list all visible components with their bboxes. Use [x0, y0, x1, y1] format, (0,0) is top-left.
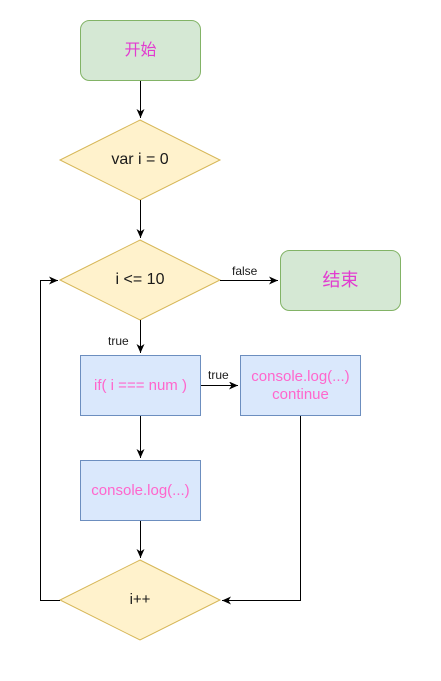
- end-node-label: 结束: [322, 269, 359, 290]
- edge-continue-to-increment: [222, 416, 301, 605]
- edge-increment-loop-back: [40, 276, 60, 601]
- edge-label-true-right: true: [207, 368, 230, 382]
- check-node-label: if( i === num ): [94, 376, 187, 394]
- edge-label-false: false: [231, 264, 259, 278]
- init-node-label: var i = 0: [111, 151, 169, 169]
- condition-node-label: i <= 10: [115, 271, 165, 289]
- continue-node-label: console.log(...) continue: [240, 355, 361, 416]
- log-node-label: console.log(...): [91, 481, 190, 499]
- continue-node-line2: continue: [272, 385, 329, 403]
- edge-label-true-down: true: [107, 334, 130, 348]
- start-node-label: 开始: [124, 41, 157, 59]
- continue-node-line1: console.log(...): [251, 367, 350, 385]
- increment-node-label: i++: [129, 591, 151, 608]
